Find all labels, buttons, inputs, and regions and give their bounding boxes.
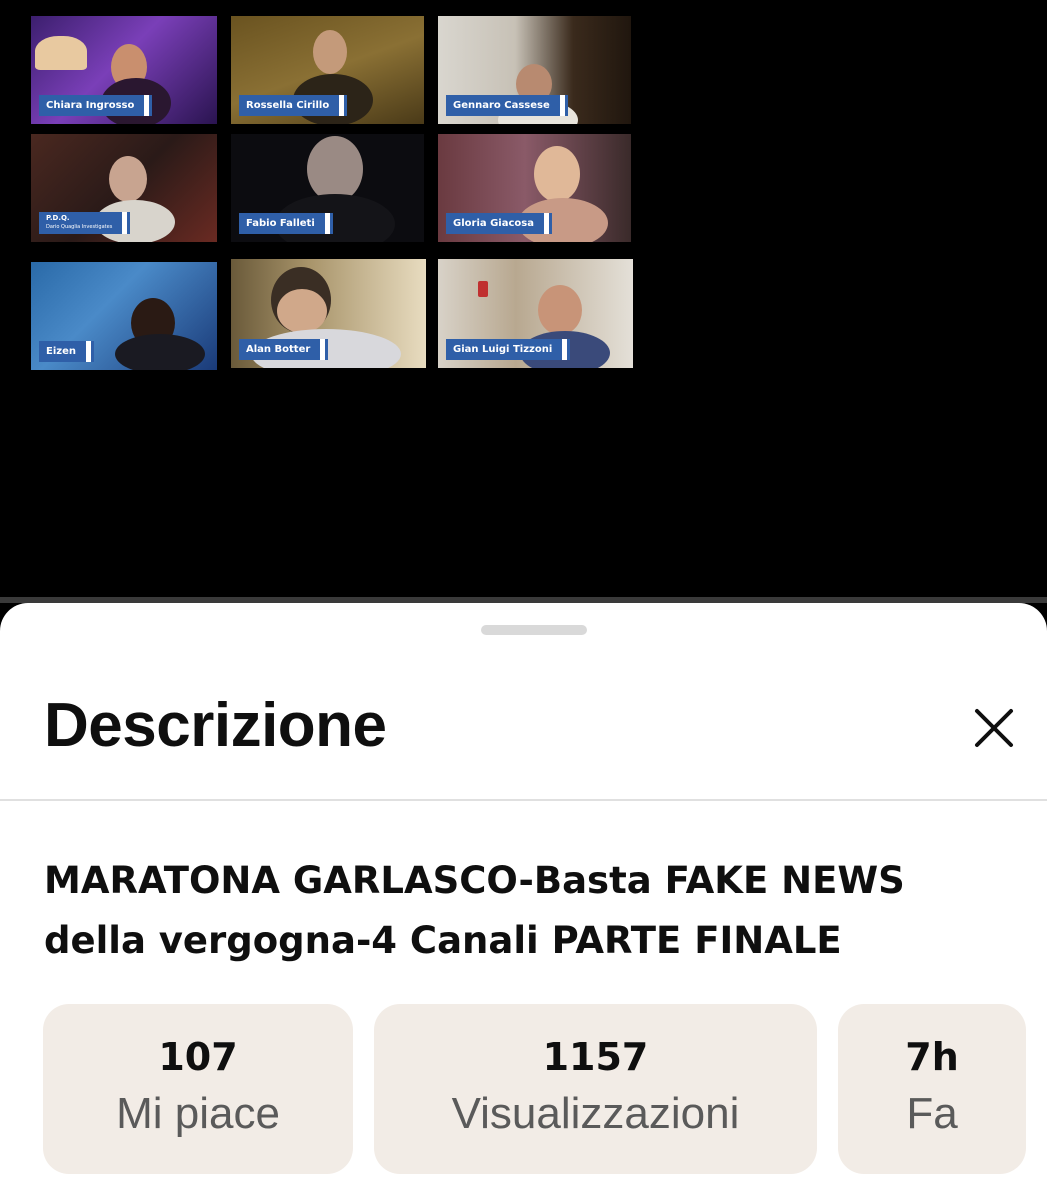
upload-time-label: Fa <box>906 1089 958 1138</box>
participant-name: Alan Botter <box>239 339 329 360</box>
close-button[interactable] <box>966 700 1022 756</box>
participant-tile: Rossella Cirillo <box>231 16 424 124</box>
participant-tile: Gloria Giacosa <box>438 134 631 242</box>
participant-tile: Alan Botter <box>231 259 426 368</box>
participant-tile: Gennaro Cassese <box>438 16 631 124</box>
upload-time-stat: 7h Fa <box>838 1004 1026 1174</box>
participant-name: P.D.Q. Dario Quaglia Investigates <box>39 212 131 234</box>
video-title: MARATONA GARLASCO-Basta FAKE NEWS della … <box>44 859 905 962</box>
participant-name: Rossella Cirillo <box>239 95 348 116</box>
views-label: Visualizzazioni <box>451 1089 740 1138</box>
sheet-title: Descrizione <box>44 691 387 760</box>
participant-name-text: P.D.Q. <box>46 214 70 222</box>
participant-tile: Chiara Ingrosso <box>31 16 217 124</box>
likes-label: Mi piace <box>116 1089 280 1138</box>
participant-name: Gloria Giacosa <box>446 213 552 234</box>
views-stat: 1157 Visualizzazioni <box>374 1004 817 1174</box>
likes-count: 107 <box>158 1035 238 1079</box>
close-icon <box>975 709 1013 747</box>
description-sheet: Descrizione MARATONA GARLASCO-Basta FAKE… <box>0 603 1047 1200</box>
participant-subtitle: Dario Quaglia Investigates <box>46 224 113 230</box>
participant-name: Gennaro Cassese <box>446 95 568 116</box>
participant-name: Eizen <box>39 341 94 362</box>
participant-tile: P.D.Q. Dario Quaglia Investigates <box>31 134 217 242</box>
sheet-drag-handle[interactable] <box>481 625 587 635</box>
views-count: 1157 <box>542 1035 649 1079</box>
participant-name: Fabio Falleti <box>239 213 333 234</box>
likes-stat: 107 Mi piace <box>43 1004 353 1174</box>
participant-tile: Eizen <box>31 262 217 370</box>
participant-tile: Fabio Falleti <box>231 134 424 242</box>
divider <box>0 799 1047 801</box>
participant-tile: Gian Luigi Tizzoni <box>438 259 633 368</box>
participant-name: Gian Luigi Tizzoni <box>446 339 571 360</box>
upload-time-value: 7h <box>905 1035 959 1079</box>
participant-name: Chiara Ingrosso <box>39 95 153 116</box>
video-player[interactable]: Chiara Ingrosso Rossella Cirillo Gennaro… <box>0 0 1047 600</box>
